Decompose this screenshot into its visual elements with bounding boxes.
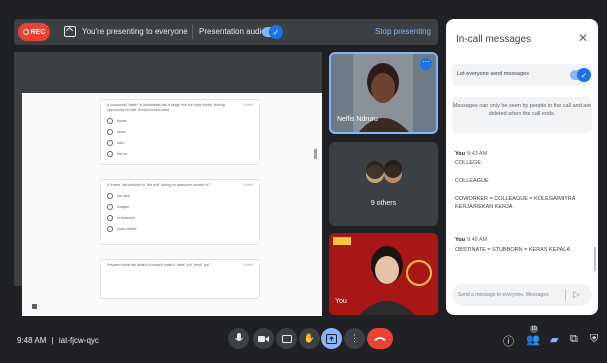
- participant-tile-others[interactable]: 9 others: [329, 142, 438, 226]
- meeting-code: iat-fjcw-qyc: [58, 336, 99, 345]
- leave-call-button[interactable]: [367, 328, 393, 349]
- presentation-audio-label: Presentation audio: [199, 27, 266, 36]
- message-sender: You: [455, 151, 465, 157]
- messages-scrollbar[interactable]: [594, 247, 596, 271]
- presenting-text: You're presenting to everyone: [82, 27, 188, 36]
- option[interactable]: barn: [107, 140, 253, 146]
- message-text: COLLEGE: [455, 160, 481, 166]
- hang-up-icon: [374, 337, 386, 341]
- option[interactable]: feel on: [107, 151, 253, 157]
- close-icon[interactable]: ✕: [578, 31, 588, 45]
- radio-icon: [107, 151, 113, 157]
- participant-name: Nelfis Ndruru: [337, 116, 378, 123]
- camera-button[interactable]: [253, 328, 274, 349]
- radio-icon: [107, 193, 113, 199]
- radio-icon: [107, 226, 113, 232]
- info-icon[interactable]: ⓘ: [503, 333, 514, 349]
- present-screen-icon: [64, 26, 76, 37]
- more-options-button[interactable]: ⋮: [344, 328, 365, 349]
- self-label: You: [335, 298, 347, 305]
- radio-icon: [107, 118, 113, 124]
- rec-label: REC: [30, 28, 46, 36]
- message-text: COLLEAGUE: [455, 178, 489, 184]
- record-dot-icon: [22, 29, 29, 35]
- allow-messages-row: Let everyone send messages ✓: [452, 64, 592, 86]
- question-text: If it were, like perfume to "the pub" du…: [107, 183, 210, 187]
- divider: [565, 289, 566, 301]
- presentation-view: A compound "beteh" in Indonesian has a s…: [14, 52, 322, 316]
- allow-messages-label: Let everyone send messages: [457, 71, 529, 77]
- people-icon[interactable]: 👥: [526, 333, 540, 346]
- more-vert-icon: ⋮: [350, 333, 359, 343]
- radio-icon: [107, 204, 113, 210]
- square-icon: [32, 304, 37, 309]
- messages-notice: Messages can only be seen by people in t…: [452, 97, 592, 133]
- hand-icon: ✋: [303, 333, 316, 343]
- others-avatars: [366, 160, 402, 183]
- in-call-messages-panel: In-call messages ✕ Let everyone send mes…: [446, 19, 598, 315]
- camera-icon: [258, 335, 269, 342]
- question-points: 1 point: [242, 263, 253, 267]
- option[interactable]: house: [107, 118, 253, 124]
- option[interactable]: imagine: [107, 204, 253, 210]
- message-header: You 9:43 AM: [455, 151, 487, 157]
- message-header: You 9:48 AM: [455, 237, 487, 243]
- radio-icon: [107, 129, 113, 135]
- shared-screen: A compound "beteh" in Indonesian has a s…: [22, 93, 322, 316]
- question-card: If it were, like perfume to "the pub" du…: [100, 179, 260, 245]
- activities-icon[interactable]: ⧉: [570, 333, 578, 346]
- question-text: Prepared meal are added to bread's make …: [107, 263, 210, 267]
- scrollbar[interactable]: [314, 149, 317, 159]
- recording-badge: REC: [18, 23, 50, 41]
- stop-presenting-button[interactable]: Stop presenting: [375, 27, 431, 36]
- option[interactable]: more careful: [107, 226, 253, 232]
- message-time: 9:43 AM: [466, 151, 488, 157]
- chat-icon[interactable]: ▰: [550, 333, 558, 346]
- option[interactable]: same: [107, 129, 253, 135]
- presentation-header: [14, 52, 322, 92]
- message-input-placeholder: Send a message to everyone. Messages: [458, 292, 549, 298]
- message-sender: You: [455, 237, 465, 243]
- message-text: OBSTINATE = STUBBORN = KERAS KEPALA: [455, 247, 571, 253]
- message-time: 9:48 AM: [466, 237, 488, 243]
- option[interactable]: the heat: [107, 193, 253, 199]
- divider: |: [51, 336, 54, 345]
- participant-tile-speaker[interactable]: ⋯ Nelfis Ndruru: [329, 52, 438, 134]
- question-points: 1 point: [242, 183, 253, 187]
- participant-tile-self[interactable]: You: [329, 233, 438, 315]
- check-icon: ✓: [269, 25, 283, 39]
- radio-icon: [107, 140, 113, 146]
- presenting-bar: REC You're presenting to everyone Presen…: [14, 19, 438, 45]
- captions-icon: [281, 334, 292, 343]
- microphone-icon: [234, 333, 243, 341]
- raise-hand-button[interactable]: ✋: [299, 328, 320, 349]
- send-icon[interactable]: ▷: [573, 289, 580, 300]
- clock-time: 9:48 AM: [17, 336, 47, 345]
- panel-title: In-call messages: [456, 34, 532, 45]
- question-text: A compound "beteh" in Indonesian has a s…: [107, 103, 225, 112]
- host-controls-icon[interactable]: ⛨: [590, 333, 598, 346]
- present-icon: [326, 333, 337, 344]
- more-options-icon[interactable]: ⋯: [420, 58, 432, 70]
- captions-button[interactable]: [276, 328, 297, 349]
- others-label: 9 others: [370, 200, 397, 207]
- radio-icon: [107, 215, 113, 221]
- option[interactable]: in technical: [107, 215, 253, 221]
- message-text: COWORKER = COLLEAGUE = KOLEGA/MITRA KERJ…: [455, 196, 576, 210]
- divider: [192, 25, 193, 39]
- present-button[interactable]: [321, 328, 342, 349]
- allow-messages-toggle[interactable]: ✓: [570, 68, 591, 82]
- meeting-info: 9:48 AM | iat-fjcw-qyc: [17, 336, 99, 345]
- question-card: Prepared meal are added to bread's make …: [100, 259, 260, 299]
- presentation-audio-toggle[interactable]: ✓: [262, 25, 283, 39]
- question-points: 1 point: [242, 103, 253, 107]
- question-card: A compound "beteh" in Indonesian has a s…: [100, 99, 260, 165]
- message-input[interactable]: Send a message to everyone. Messages ▷: [452, 284, 592, 306]
- people-count-badge: 10: [530, 325, 538, 333]
- microphone-button[interactable]: [228, 328, 249, 349]
- check-icon: ✓: [577, 68, 591, 82]
